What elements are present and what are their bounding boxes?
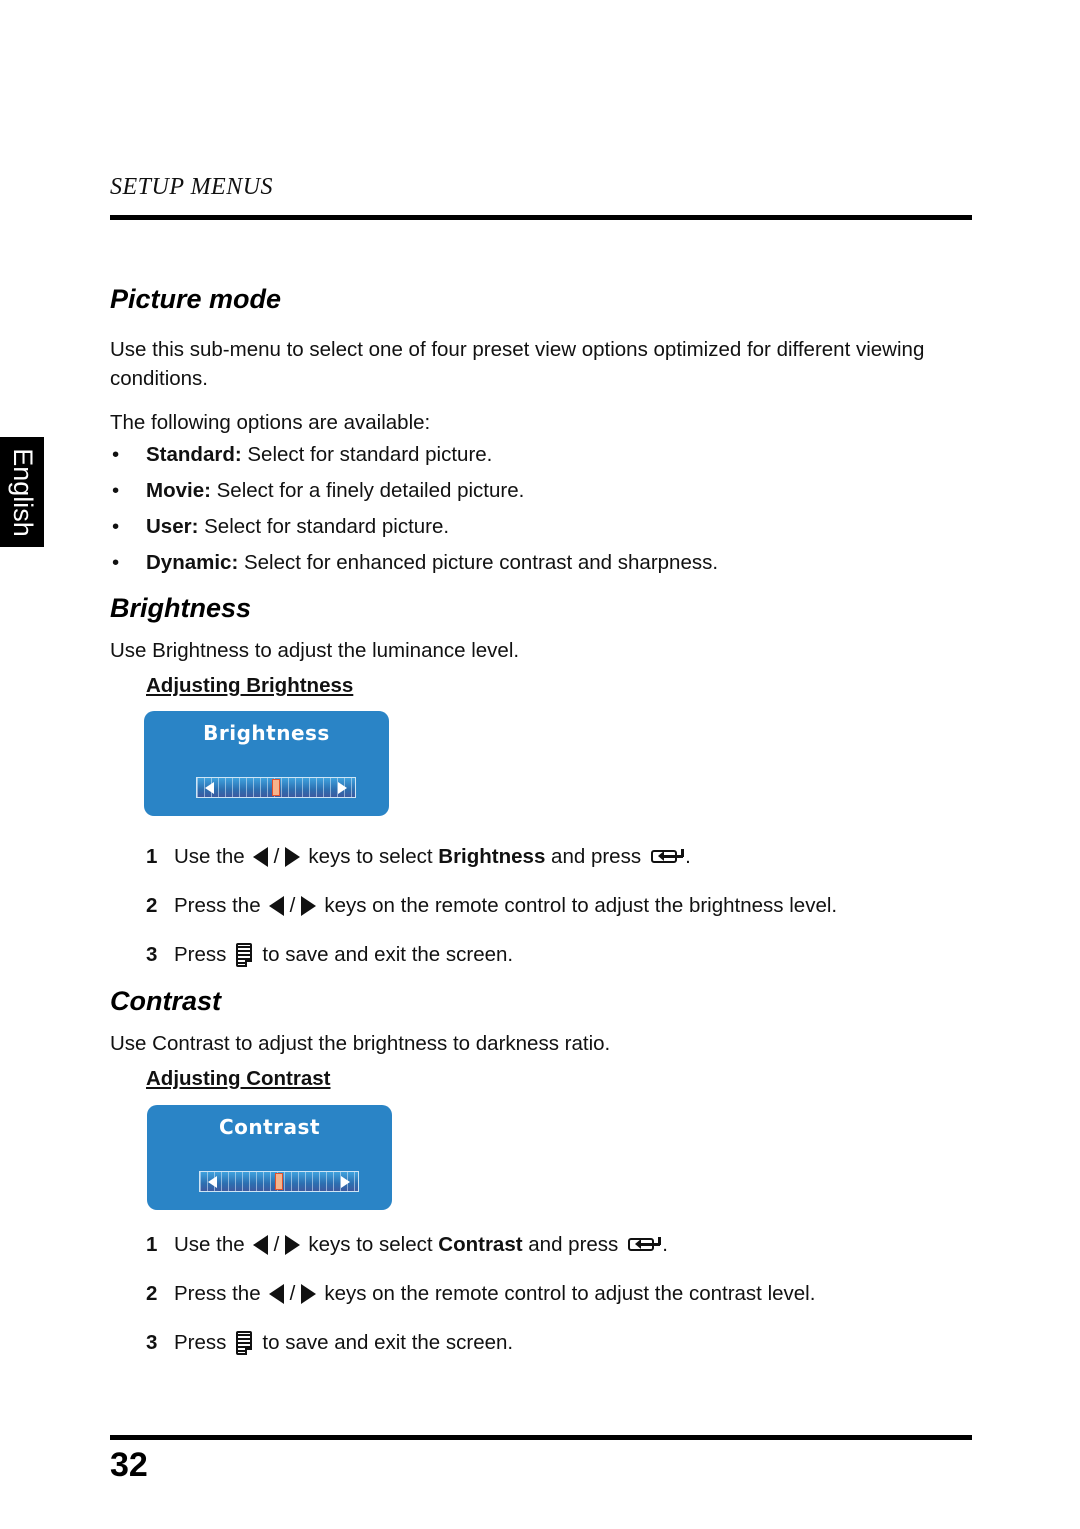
picture-mode-heading: Picture mode — [110, 284, 282, 314]
slider-thumb[interactable] — [272, 779, 280, 796]
option-item: • Dynamic: Select for enhanced picture co… — [112, 551, 719, 574]
page-number: 32 — [110, 1446, 148, 1484]
left-key-icon — [268, 1284, 284, 1304]
right-arrow-icon — [341, 1176, 350, 1188]
options-lead: The following options are available: — [110, 411, 431, 434]
right-arrow-icon — [338, 782, 347, 794]
language-tab-label: English — [7, 447, 38, 537]
left-key-icon — [268, 896, 284, 916]
header-rule — [110, 215, 972, 220]
contrast-step-1: 1 Use the / keys to select Contrast and … — [146, 1233, 668, 1256]
language-tab: English — [0, 437, 44, 547]
left-key-icon — [252, 847, 268, 867]
osd-title: Brightness — [203, 721, 330, 745]
running-head: SETUP MENUS — [110, 174, 274, 200]
slider-thumb[interactable] — [275, 1173, 283, 1190]
left-arrow-icon — [208, 1176, 217, 1188]
right-key-icon — [301, 1284, 317, 1304]
enter-key-icon — [651, 849, 685, 865]
right-key-icon — [285, 1235, 301, 1255]
brightness-step-1: 1 Use the / keys to select Brightness an… — [146, 845, 691, 868]
menu-key-icon — [236, 943, 253, 967]
left-arrow-icon — [205, 782, 214, 794]
contrast-step-2: 2 Press the / keys on the remote control… — [146, 1282, 816, 1305]
brightness-heading: Brightness — [110, 593, 252, 623]
right-key-icon — [301, 896, 317, 916]
contrast-osd-panel: Contrast — [147, 1105, 392, 1210]
option-item: • User: Select for standard picture. — [112, 515, 450, 538]
option-item: • Standard: Select for standard picture. — [112, 443, 493, 466]
left-key-icon — [252, 1235, 268, 1255]
footer-rule — [110, 1435, 972, 1440]
picture-mode-intro: Use this sub-menu to select one of four … — [110, 338, 925, 390]
brightness-osd-panel: Brightness — [144, 711, 389, 816]
menu-key-icon — [236, 1331, 253, 1355]
contrast-subheading: Adjusting Contrast — [146, 1067, 331, 1090]
contrast-slider[interactable] — [199, 1171, 359, 1192]
brightness-slider[interactable] — [196, 777, 356, 798]
contrast-intro: Use Contrast to adjust the brightness to… — [110, 1032, 611, 1055]
brightness-step-2: 2 Press the / keys on the remote control… — [146, 894, 838, 917]
contrast-heading: Contrast — [110, 986, 222, 1016]
contrast-step-3: 3 Press to save and exit the screen. — [146, 1331, 514, 1355]
right-key-icon — [285, 847, 301, 867]
brightness-intro: Use Brightness to adjust the luminance l… — [110, 639, 520, 662]
enter-key-icon — [628, 1237, 662, 1253]
brightness-subheading: Adjusting Brightness — [146, 674, 354, 697]
brightness-step-3: 3 Press to save and exit the screen. — [146, 943, 514, 967]
option-item: • Movie: Select for a finely detailed pic… — [112, 479, 525, 502]
osd-title: Contrast — [218, 1115, 321, 1139]
